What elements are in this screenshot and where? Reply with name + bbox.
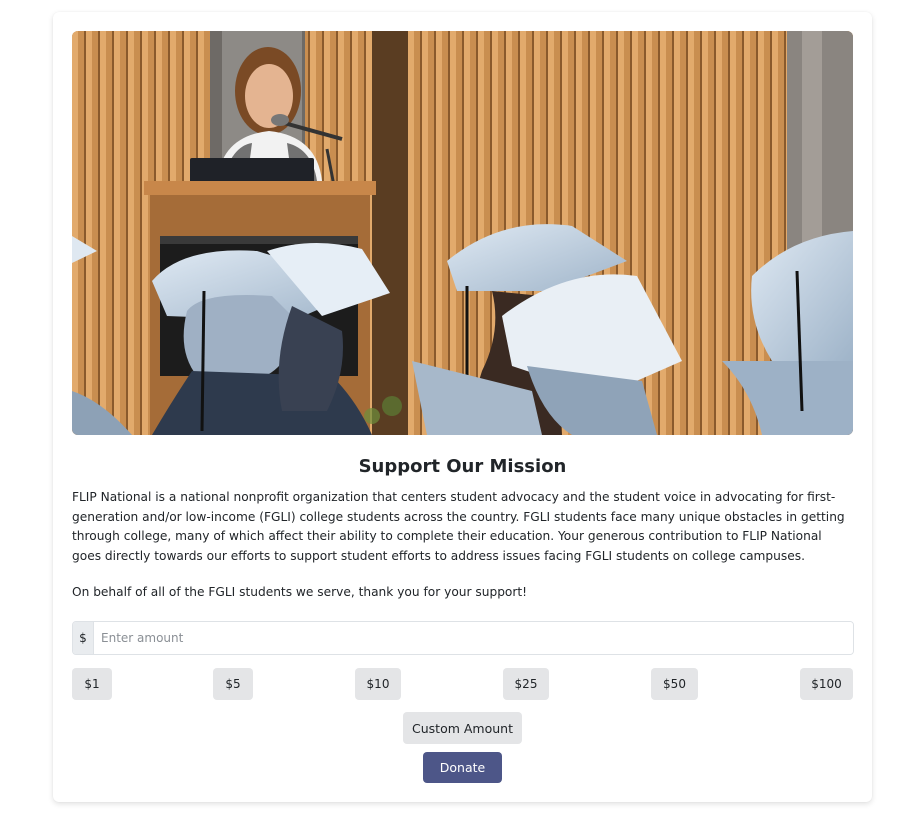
page-title: Support Our Mission xyxy=(358,456,567,477)
custom-amount-button[interactable]: Custom Amount xyxy=(403,712,522,744)
donate-button[interactable]: Donate xyxy=(423,752,502,783)
amount-input[interactable] xyxy=(94,622,853,654)
preset-amount-5-button[interactable]: $5 xyxy=(213,668,253,700)
hero-image xyxy=(72,31,853,435)
donation-card: Support Our Mission FLIP National is a n… xyxy=(53,12,872,802)
preset-amount-1-button[interactable]: $1 xyxy=(72,668,112,700)
preset-amount-100-button[interactable]: $100 xyxy=(800,668,853,700)
currency-prefix: $ xyxy=(73,622,94,654)
preset-amount-50-button[interactable]: $50 xyxy=(651,668,698,700)
amount-input-group: $ xyxy=(72,621,854,655)
mission-description: FLIP National is a national nonprofit or… xyxy=(72,490,845,563)
preset-amount-10-button[interactable]: $10 xyxy=(355,668,401,700)
thank-you-text: On behalf of all of the FGLI students we… xyxy=(72,585,528,599)
preset-amount-25-button[interactable]: $25 xyxy=(503,668,549,700)
